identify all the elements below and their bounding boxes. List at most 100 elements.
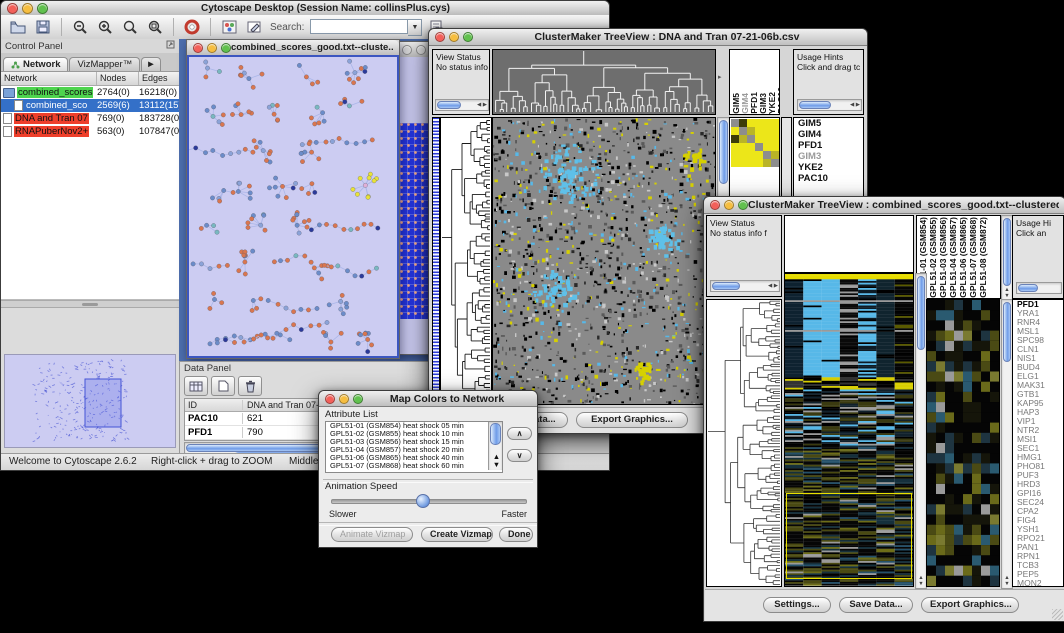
save-data-button[interactable]: Save Data... [839,597,913,613]
network-tree-row[interactable]: combined_sco2569(6)13112(15) [1,99,179,112]
vizmapper-colors-button[interactable] [218,17,240,37]
column-label[interactable]: GIM4 [741,93,749,114]
network-overview-panel[interactable] [4,354,176,448]
gene-list-item[interactable]: GIM3 [796,151,863,162]
network-tree-row[interactable]: DNA and Tran 07769(0)183728(0) [1,112,179,125]
zoom-out-button[interactable] [69,17,91,37]
usage-hints-hscrollbar[interactable] [1016,282,1062,294]
column-label[interactable]: GPL51-06 (GSM865) [959,217,967,298]
column-label[interactable]: GPL51-08 (GSM872) [979,217,987,298]
gene-list-item[interactable]: YKE2 [796,162,863,173]
resize-grip[interactable] [1052,609,1063,620]
scrollbar-thumb[interactable] [799,101,831,109]
scrollbar-thumb[interactable] [1003,302,1011,362]
panel-split-handle[interactable] [1,300,179,308]
network-tree-row[interactable]: combined_scores2764(0)16218(0) [1,86,179,99]
gene-list-item[interactable]: GIM5 [796,118,863,129]
scroll-arrows-icon[interactable]: ▲▼ [489,453,502,469]
similarity-matrix[interactable] [731,119,779,167]
scroll-arrows-icon[interactable]: ◀ ▶ [477,100,487,110]
column-labels-panel[interactable]: GIM5GIM4PFD1GIM3YKE2PAC10 [729,49,780,115]
maximize-button[interactable] [37,3,48,14]
gene-list-item[interactable]: GIM4 [796,129,863,140]
open-file-button[interactable] [7,17,29,37]
column-dendrogram[interactable] [784,215,914,273]
scroll-arrows-icon[interactable]: ▲▼ [916,575,926,587]
tab-vizmapper[interactable]: VizMapper™ [69,57,140,71]
delete-attribute-button[interactable] [238,376,262,396]
dialog-title-bar[interactable]: Map Colors to Network [319,391,537,407]
row-dendrogram[interactable] [440,117,492,405]
gene-list-item[interactable]: MON2 [1015,579,1063,587]
scroll-arrows-icon[interactable]: ▲▼ [1002,287,1012,299]
view-status-hscrollbar[interactable]: ◀ ▶ [435,99,489,111]
float-panel-icon[interactable] [166,40,175,52]
export-graphics-button[interactable]: Export Graphics... [576,412,688,428]
close-button[interactable] [325,394,335,404]
attribute-list-item[interactable]: GPL51-07 (GSM868) heat shock 60 min [328,462,490,470]
new-attribute-button[interactable] [211,376,235,396]
save-session-button[interactable] [32,17,54,37]
treeview-dna-title-bar[interactable]: ClusterMaker TreeView : DNA and Tran 07-… [429,29,867,46]
animate-vizmap-button[interactable]: Animate Vizmap [331,527,413,542]
column-label[interactable]: GIM5 [732,93,740,114]
close-button[interactable] [193,43,203,53]
scroll-arrows-icon[interactable]: ▲▼ [1002,575,1012,587]
column-label[interactable]: GIM3 [759,93,767,114]
heatmap-zoomed[interactable] [926,299,1000,587]
column-label[interactable]: PAC10 [777,87,780,114]
close-button[interactable] [435,32,445,42]
scrollbar-thumb[interactable] [490,423,501,445]
heatmap-selection-box[interactable] [786,493,912,579]
main-title-bar[interactable]: Cytoscape Desktop (Session Name: collins… [1,1,609,16]
settings-button[interactable]: Settings... [763,597,831,613]
zoom-in-button[interactable] [94,17,116,37]
move-up-button[interactable]: ∧ [507,427,532,440]
scrollbar-thumb[interactable] [917,276,925,350]
maximize-button[interactable] [738,200,748,210]
network-canvas[interactable] [187,55,399,358]
done-button[interactable]: Done [499,527,533,542]
maximize-button[interactable] [463,32,473,42]
minimize-button[interactable] [22,3,33,14]
close-button[interactable] [710,200,720,210]
export-graphics-button[interactable]: Export Graphics... [921,597,1019,613]
column-label[interactable]: PFD1 [750,92,758,114]
scrollbar-thumb[interactable] [712,282,740,290]
combo-arrow-icon[interactable]: ▼ [408,19,422,36]
annotation-button[interactable] [243,17,265,37]
gene-list-item[interactable]: PAC10 [796,173,863,184]
minimize-button[interactable] [339,394,349,404]
minimize-button[interactable] [207,43,217,53]
col-network[interactable]: Network [1,72,97,85]
tab-network[interactable]: Network [3,57,68,71]
minimize-button[interactable] [724,200,734,210]
maximize-button[interactable] [221,43,231,53]
maximize-button[interactable] [353,394,363,404]
col-edges[interactable]: Edges [139,72,179,85]
help-lifesaver-button[interactable] [181,17,203,37]
scrollbar-thumb[interactable] [719,120,728,184]
move-down-button[interactable]: ∨ [507,449,532,462]
close-button[interactable] [402,45,412,55]
heatmap-main[interactable] [784,273,914,587]
view-status-hscrollbar[interactable]: ◀ ▶ [710,280,780,292]
create-vizmap-button[interactable]: Create Vizmap [421,527,493,542]
tab-scroll-arrow[interactable]: ► [141,57,160,71]
column-label[interactable]: GPL51-04 (GSM857) [949,217,957,298]
gene-list-item[interactable]: PFD1 [796,140,863,151]
panel-resize-arrow-icon[interactable]: ▸ [718,73,722,81]
column-label[interactable]: GPL51-03 (GSM856) [939,217,947,298]
minimize-button[interactable] [449,32,459,42]
network-window-title-bar[interactable]: combined_scores_good.txt--cluste... [187,40,399,56]
scroll-arrows-icon[interactable]: ◀ ▶ [850,100,860,110]
col-nodes[interactable]: Nodes [97,72,139,85]
column-label[interactable]: YKE2 [768,92,776,114]
close-button[interactable] [7,3,18,14]
minimize-button[interactable] [416,45,426,55]
slider-thumb[interactable] [416,494,430,508]
search-input[interactable] [310,19,408,34]
column-dendrogram[interactable] [492,49,716,115]
network-graph[interactable] [189,57,397,358]
network-tree-row[interactable]: RNAPuberNov2+563(0)107847(0) [1,125,179,138]
